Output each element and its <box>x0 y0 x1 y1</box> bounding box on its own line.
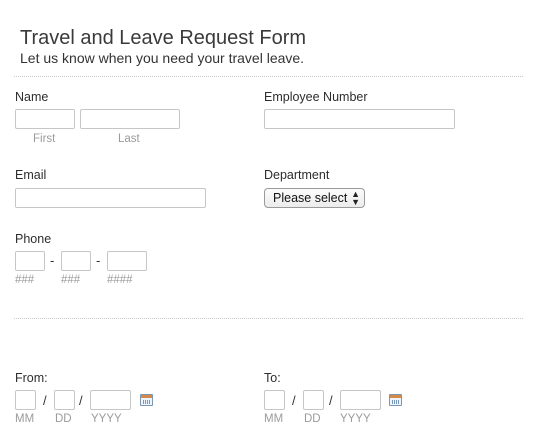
from-label: From: <box>15 371 48 385</box>
calendar-icon[interactable] <box>140 394 153 406</box>
department-select[interactable]: Please select ▲ ▼ <box>264 188 365 208</box>
from-month-input[interactable] <box>15 390 36 410</box>
divider <box>14 318 523 319</box>
phone-area-input[interactable] <box>15 251 45 271</box>
last-name-sublabel: Last <box>118 133 140 145</box>
last-name-input[interactable] <box>80 109 180 129</box>
first-name-sublabel: First <box>33 133 56 145</box>
date-separator: / <box>292 393 296 408</box>
date-separator: / <box>79 393 83 408</box>
to-day-input[interactable] <box>303 390 324 410</box>
phone-prefix-sublabel: ### <box>61 274 81 286</box>
divider <box>14 76 523 77</box>
name-label: Name <box>15 90 49 104</box>
department-selected-value: Please select <box>273 191 348 205</box>
form-subtitle: Let us know when you need your travel le… <box>20 50 305 66</box>
employee-number-input[interactable] <box>264 109 455 129</box>
to-year-input[interactable] <box>340 390 381 410</box>
date-separator: / <box>43 393 47 408</box>
to-month-input[interactable] <box>264 390 285 410</box>
employee-number-label: Employee Number <box>264 90 368 104</box>
select-arrows-icon: ▲ ▼ <box>351 189 360 207</box>
from-year-input[interactable] <box>90 390 131 410</box>
from-year-sublabel: YYYY <box>91 413 122 425</box>
phone-line-input[interactable] <box>107 251 147 271</box>
first-name-input[interactable] <box>15 109 75 129</box>
to-month-sublabel: MM <box>264 413 284 425</box>
phone-line-sublabel: #### <box>107 274 133 286</box>
to-day-sublabel: DD <box>304 413 321 425</box>
phone-separator: - <box>50 253 55 268</box>
phone-prefix-input[interactable] <box>61 251 91 271</box>
from-day-sublabel: DD <box>55 413 72 425</box>
from-month-sublabel: MM <box>15 413 35 425</box>
phone-separator: - <box>96 253 101 268</box>
date-separator: / <box>329 393 333 408</box>
form-title: Travel and Leave Request Form <box>20 27 307 49</box>
phone-label: Phone <box>15 232 52 246</box>
email-input[interactable] <box>15 188 206 208</box>
calendar-icon[interactable] <box>389 394 402 406</box>
to-label: To: <box>264 371 281 385</box>
department-label: Department <box>264 168 330 182</box>
from-day-input[interactable] <box>54 390 75 410</box>
phone-area-sublabel: ### <box>15 274 35 286</box>
email-label: Email <box>15 168 47 182</box>
to-year-sublabel: YYYY <box>340 413 371 425</box>
